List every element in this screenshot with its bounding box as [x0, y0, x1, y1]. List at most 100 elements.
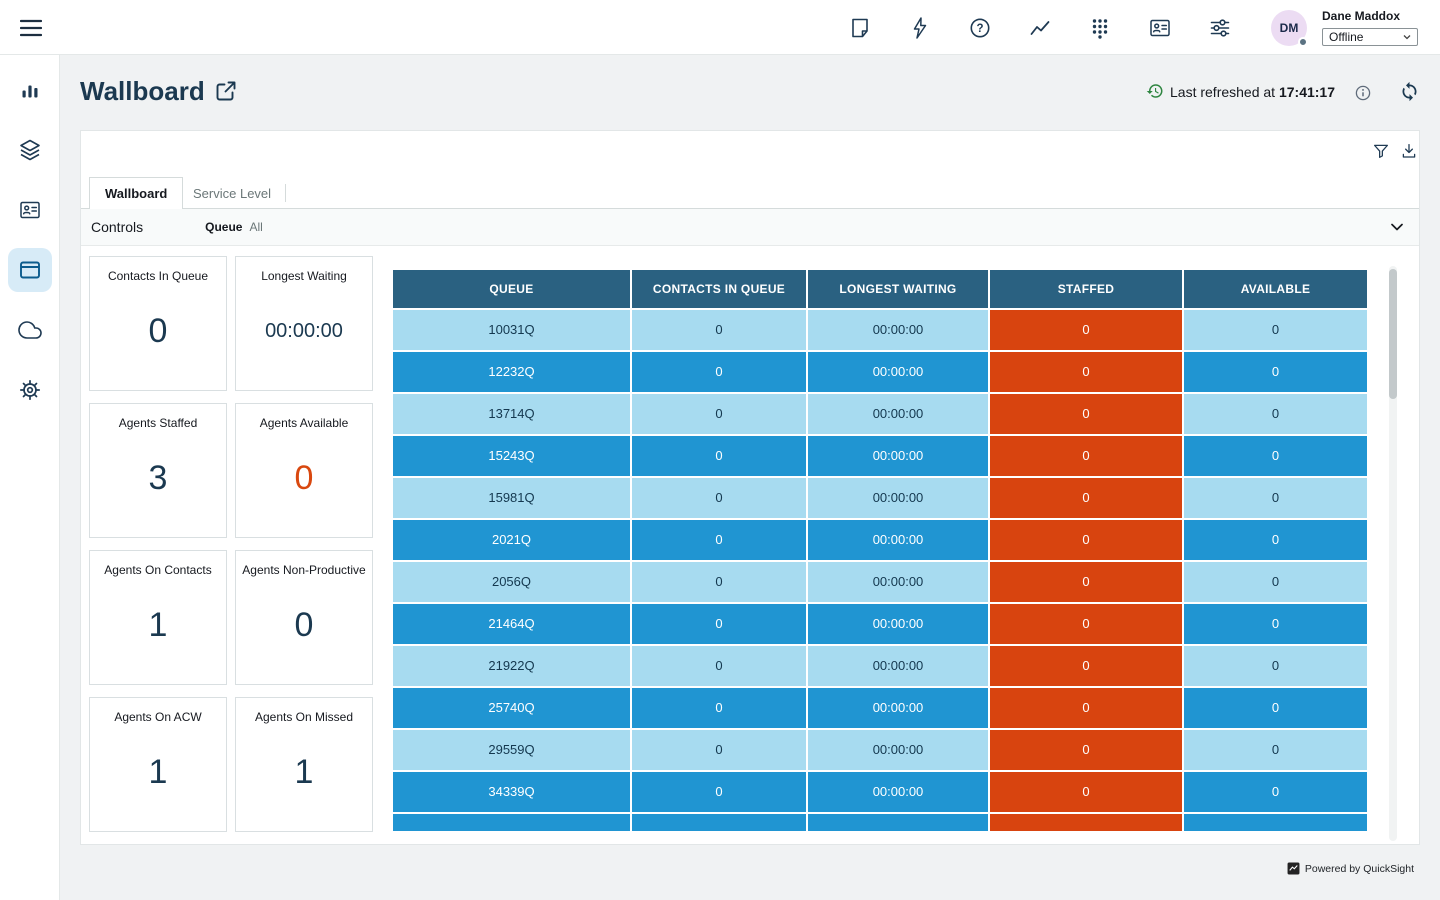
- info-icon[interactable]: [1355, 85, 1371, 101]
- hamburger-menu-icon[interactable]: [19, 18, 43, 38]
- tab-wallboard[interactable]: Wallboard: [89, 177, 183, 209]
- value-cell: 0: [990, 688, 1182, 728]
- sidebar-item-metrics[interactable]: [8, 68, 52, 112]
- chevron-down-icon: [1402, 32, 1412, 42]
- value-cell: 0: [990, 646, 1182, 686]
- value-cell: 0: [1184, 394, 1367, 434]
- table-row: 34339Q000:00:0000: [393, 772, 1367, 812]
- avatar[interactable]: DM: [1271, 10, 1307, 46]
- analytics-icon[interactable]: [1028, 16, 1052, 40]
- kpi-card: Agents Available0: [235, 403, 373, 538]
- column-header: AVAILABLE: [1184, 270, 1367, 308]
- table-row: 2021Q000:00:0000: [393, 520, 1367, 560]
- value-cell: 0: [990, 436, 1182, 476]
- avatar-initials: DM: [1280, 21, 1299, 35]
- kpi-card: Longest Waiting00:00:00: [235, 256, 373, 391]
- kpi-label: Agents Available: [260, 416, 349, 430]
- kpi-card: Agents On ACW1: [89, 697, 227, 832]
- queue-cell: 29559Q: [393, 730, 630, 770]
- notes-icon[interactable]: [848, 16, 872, 40]
- refresh-button[interactable]: [1399, 81, 1420, 102]
- value-cell: 00:00:00: [808, 646, 988, 686]
- preferences-icon[interactable]: [1208, 16, 1232, 40]
- tab-service-level[interactable]: Service Level: [179, 177, 285, 209]
- sidebar: [0, 55, 60, 900]
- window-icon: [18, 258, 42, 282]
- value-cell: 0: [632, 478, 806, 518]
- value-cell: 0: [990, 604, 1182, 644]
- kpi-label: Agents On Missed: [255, 710, 353, 724]
- value-cell: [632, 814, 806, 831]
- dialpad-icon[interactable]: [1088, 16, 1112, 40]
- user-name: Dane Maddox: [1322, 9, 1400, 23]
- kpi-value: 0: [295, 577, 314, 684]
- open-in-new-window-icon[interactable]: [214, 79, 238, 103]
- sidebar-item-wallboard[interactable]: [8, 248, 52, 292]
- directory-icon[interactable]: [1148, 16, 1172, 40]
- queue-cell: 25740Q: [393, 688, 630, 728]
- table-row: 12232Q000:00:0000: [393, 352, 1367, 392]
- download-icon[interactable]: [1400, 142, 1418, 160]
- value-cell: 0: [990, 394, 1182, 434]
- topbar: ?: [0, 0, 1440, 55]
- queue-cell: 10031Q: [393, 310, 630, 350]
- last-refreshed-prefix: Last refreshed at: [1170, 84, 1279, 100]
- value-cell: [1184, 814, 1367, 831]
- table-row: 29559Q000:00:0000: [393, 730, 1367, 770]
- value-cell: 0: [632, 688, 806, 728]
- sidebar-item-cloud[interactable]: [8, 308, 52, 352]
- kpi-label: Agents Non-Productive: [242, 563, 365, 577]
- value-cell: 0: [632, 394, 806, 434]
- value-cell: 0: [1184, 310, 1367, 350]
- layers-icon: [18, 138, 42, 162]
- status-select[interactable]: Offline: [1322, 28, 1418, 46]
- queue-filter-value[interactable]: All: [249, 220, 262, 234]
- value-cell: 0: [1184, 478, 1367, 518]
- value-cell: 00:00:00: [808, 352, 988, 392]
- value-cell: 00:00:00: [808, 688, 988, 728]
- queue-cell: 2056Q: [393, 562, 630, 602]
- collapse-controls-chevron-icon[interactable]: [1389, 219, 1405, 235]
- cloud-icon: [18, 318, 42, 342]
- value-cell: 0: [632, 352, 806, 392]
- queue-cell: 15243Q: [393, 436, 630, 476]
- value-cell: 00:00:00: [808, 772, 988, 812]
- value-cell: 0: [632, 520, 806, 560]
- table-row: 10031Q000:00:0000: [393, 310, 1367, 350]
- value-cell: 00:00:00: [808, 436, 988, 476]
- help-icon[interactable]: ?: [968, 16, 992, 40]
- id-card-icon: [18, 198, 42, 222]
- controls-bar: Controls Queue All: [81, 209, 1419, 246]
- value-cell: 0: [632, 772, 806, 812]
- value-cell: 00:00:00: [808, 478, 988, 518]
- quick-actions-icon[interactable]: [908, 16, 932, 40]
- kpi-label: Agents On Contacts: [104, 563, 211, 577]
- table-scrollbar[interactable]: [1389, 266, 1397, 841]
- controls-label: Controls: [91, 219, 143, 235]
- sidebar-item-settings[interactable]: [8, 368, 52, 412]
- table-row: 21464Q000:00:0000: [393, 604, 1367, 644]
- queue-filter-label: Queue: [205, 220, 242, 234]
- value-cell: 0: [1184, 772, 1367, 812]
- powered-by-text: Powered by QuickSight: [1305, 863, 1414, 875]
- value-cell: 00:00:00: [808, 604, 988, 644]
- value-cell: 0: [990, 772, 1182, 812]
- status-select-value: Offline: [1329, 30, 1363, 44]
- queue-cell: [393, 814, 630, 831]
- sidebar-item-queues[interactable]: [8, 128, 52, 172]
- value-cell: 0: [632, 604, 806, 644]
- kpi-card: Agents Staffed3: [89, 403, 227, 538]
- value-cell: 00:00:00: [808, 730, 988, 770]
- kpi-value: 00:00:00: [265, 283, 343, 390]
- bar-chart-icon: [18, 78, 42, 102]
- kpi-value: 0: [295, 430, 314, 537]
- filter-icon[interactable]: [1372, 142, 1390, 160]
- value-cell: 00:00:00: [808, 562, 988, 602]
- table-scrollbar-thumb[interactable]: [1389, 269, 1397, 399]
- table-row: 15243Q000:00:0000: [393, 436, 1367, 476]
- column-header: LONGEST WAITING: [808, 270, 988, 308]
- dashboard-panel: Wallboard Service Level Controls Queue A…: [80, 130, 1420, 845]
- value-cell: 0: [632, 730, 806, 770]
- sidebar-item-agents[interactable]: [8, 188, 52, 232]
- value-cell: 0: [632, 562, 806, 602]
